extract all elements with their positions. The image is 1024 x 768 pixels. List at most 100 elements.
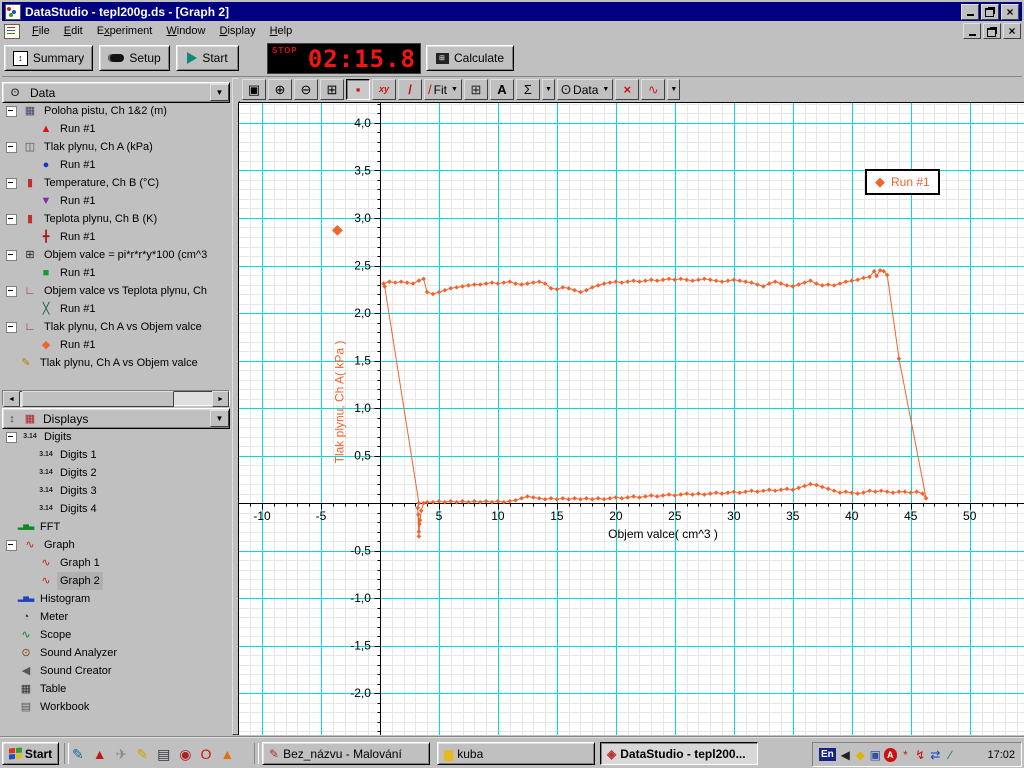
- data-item-run-1[interactable]: ▼ Run #1: [2, 192, 230, 210]
- menu-experiment[interactable]: Experiment: [90, 23, 160, 39]
- language-indicator[interactable]: En: [819, 748, 836, 761]
- close-button[interactable]: ×: [1001, 3, 1019, 20]
- displays-item-graph-2[interactable]: ∿ Graph 2: [2, 572, 230, 590]
- start-menu-button[interactable]: Start: [2, 742, 59, 765]
- chart-canvas[interactable]: -10 -5 5 10 15 20 25 30 35 40 45 50 4,0 3,5 3,0 2,5 2,0 1…: [239, 103, 1024, 735]
- delete-button[interactable]: ×: [615, 79, 640, 100]
- quicklaunch-opera-icon[interactable]: O: [201, 746, 212, 762]
- expand-collapse-box[interactable]: [6, 141, 17, 153]
- displays-item-graph-1[interactable]: ∿ Graph 1: [2, 554, 230, 572]
- graph-window-icon[interactable]: [4, 23, 20, 39]
- start-button[interactable]: Start: [176, 45, 239, 71]
- displays-item-graph[interactable]: ∿ Graph: [2, 536, 230, 554]
- task-datastudio-task-button[interactable]: ◈ DataStudio - tepl200...: [600, 742, 758, 765]
- text-tool-button[interactable]: A: [489, 79, 514, 100]
- displays-item-scope[interactable]: ∿ Scope: [2, 626, 230, 644]
- zoom-out-button[interactable]: ⊖: [294, 79, 318, 100]
- graph-settings-button[interactable]: ∿: [641, 79, 666, 100]
- data-panel-dropdown-button[interactable]: ▼: [210, 84, 229, 101]
- graph-settings-button-dropdown[interactable]: ▼: [667, 79, 681, 100]
- displays-item-sound-creator[interactable]: ◀ Sound Creator: [2, 662, 230, 680]
- expand-collapse-box[interactable]: [6, 213, 17, 225]
- y-axis-label[interactable]: Tlak plynu, Ch A( kPa ): [332, 341, 346, 464]
- data-item-tlak-plynu-ch-a-vs-objem-val[interactable]: ∟ Tlak plynu, Ch A vs Objem valce: [2, 318, 230, 336]
- scroll-left-button[interactable]: [3, 391, 20, 407]
- data-item-tlak-plynu-ch-a-kpa[interactable]: ◫ Tlak plynu, Ch A (kPa): [2, 138, 230, 156]
- displays-item-workbook[interactable]: ▤ Workbook: [2, 698, 230, 716]
- displays-item-meter[interactable]: ◔ Meter: [2, 608, 230, 626]
- tray-scheduler-icon[interactable]: ▣: [869, 748, 882, 762]
- data-panel-header[interactable]: ʘ Data ▼: [2, 82, 230, 103]
- quicklaunch-calculator-icon[interactable]: ▤: [157, 746, 170, 762]
- data-item-poloha-pistu-ch-1-2-m[interactable]: ▦ Poloha pistu, Ch 1&2 (m): [2, 102, 230, 120]
- tray-sync-icon[interactable]: ⇄: [929, 748, 942, 762]
- data-item-run-1[interactable]: ◆ Run #1: [2, 336, 230, 354]
- zoom-select-button[interactable]: ⊞: [320, 79, 344, 100]
- calculator-button[interactable]: ⊞: [463, 79, 488, 100]
- axis-lock-button[interactable]: ▪: [346, 79, 370, 100]
- smart-tool-button[interactable]: xy: [372, 79, 396, 100]
- task-kuba-folder-task-button[interactable]: ▆ kuba: [437, 742, 595, 765]
- legend-box[interactable]: ◆ Run #1: [865, 169, 940, 195]
- expand-collapse-box[interactable]: [6, 539, 17, 551]
- graph-plot-area[interactable]: -10 -5 5 10 15 20 25 30 35 40 45 50 4,0 3,5 3,0 2,5 2,0 1…: [238, 102, 1024, 735]
- restore-button[interactable]: [981, 3, 999, 20]
- data-item-run-1[interactable]: ■ Run #1: [2, 264, 230, 282]
- menu-window[interactable]: Window: [159, 23, 212, 39]
- data-item-teplota-plynu-ch-b-k[interactable]: ▮ Teplota plynu, Ch B (K): [2, 210, 230, 228]
- tray-pen-icon[interactable]: ∕: [944, 748, 957, 762]
- fit-button[interactable]: / Fit ▼: [424, 79, 462, 100]
- slope-tool-button[interactable]: /: [398, 79, 422, 100]
- quicklaunch-bird-icon[interactable]: ✈: [116, 746, 128, 762]
- quicklaunch-winamp-icon[interactable]: ▲: [220, 746, 234, 762]
- menu-help[interactable]: Help: [263, 23, 300, 39]
- tray-yellow-icon[interactable]: ◆: [854, 748, 867, 762]
- displays-item-digits-3[interactable]: 3.14 Digits 3: [2, 482, 230, 500]
- displays-item-sound-analyzer[interactable]: ⊙ Sound Analyzer: [2, 644, 230, 662]
- quicklaunch-pencil-icon[interactable]: ✎: [72, 746, 84, 762]
- displays-item-histogram[interactable]: ▂▅▃ Histogram: [2, 590, 230, 608]
- data-item-objem-valce-pi-r-r-y-100-cm-[interactable]: ⊞ Objem valce = pi*r*r*y*100 (cm^3: [2, 246, 230, 264]
- quicklaunch-acrobat-icon[interactable]: ▲: [93, 746, 107, 762]
- x-axis-label[interactable]: Objem valce( cm^3 ): [538, 527, 788, 541]
- expand-collapse-box[interactable]: [6, 431, 17, 443]
- displays-item-digits-1[interactable]: 3.14 Digits 1: [2, 446, 230, 464]
- data-item-objem-valce-vs-teplota-plynu[interactable]: ∟ Objem valce vs Teplota plynu, Ch: [2, 282, 230, 300]
- displays-panel-dropdown-button[interactable]: ▼: [210, 410, 229, 427]
- mdi-restore-button[interactable]: [983, 23, 1001, 39]
- displays-panel-header[interactable]: ↕ ▦ Displays ▼: [2, 408, 230, 429]
- displays-item-digits-2[interactable]: 3.14 Digits 2: [2, 464, 230, 482]
- tray-agent-icon[interactable]: *: [899, 748, 912, 762]
- data-item-run-1[interactable]: ╳ Run #1: [2, 300, 230, 318]
- scrollbar-thumb[interactable]: [22, 391, 174, 407]
- quicklaunch-pen-icon[interactable]: ✎: [136, 746, 148, 762]
- displays-item-table[interactable]: ▦ Table: [2, 680, 230, 698]
- menu-display[interactable]: Display: [213, 23, 263, 39]
- task-paint-task-button[interactable]: ✎ Bez_názvu - Malování: [262, 742, 430, 765]
- data-item-temperature-ch-b-c[interactable]: ▮ Temperature, Ch B (°C): [2, 174, 230, 192]
- expand-collapse-box[interactable]: [6, 249, 17, 261]
- menu-file[interactable]: File: [25, 23, 57, 39]
- data-item-run-1[interactable]: ● Run #1: [2, 156, 230, 174]
- expand-collapse-box[interactable]: [6, 321, 17, 333]
- menu-edit[interactable]: Edit: [57, 23, 90, 39]
- zoom-in-button[interactable]: ⊕: [268, 79, 292, 100]
- data-item-tlak-plynu-ch-a-vs-objem-val[interactable]: ✎ Tlak plynu, Ch A vs Objem valce: [2, 354, 230, 372]
- calculate-button[interactable]: ⊞ Calculate: [426, 45, 514, 71]
- displays-item-digits[interactable]: 3.14 Digits: [2, 428, 230, 446]
- statistics-button[interactable]: Σ: [515, 79, 540, 100]
- expand-collapse-box[interactable]: [6, 177, 17, 189]
- data-item-run-1[interactable]: ╋ Run #1: [2, 228, 230, 246]
- data-button[interactable]: ʘ Data ▼: [556, 79, 614, 100]
- minimize-button[interactable]: [961, 3, 979, 20]
- expand-collapse-box[interactable]: [6, 105, 17, 117]
- tray-ati-icon[interactable]: A: [883, 747, 897, 762]
- mdi-close-button[interactable]: ×: [1003, 23, 1021, 39]
- setup-button[interactable]: Setup: [99, 45, 170, 71]
- expand-collapse-box[interactable]: [6, 285, 17, 297]
- data-item-run-1[interactable]: ▲ Run #1: [2, 120, 230, 138]
- summary-button[interactable]: ↕ Summary: [4, 45, 93, 71]
- scale-to-fit-button[interactable]: ▣: [242, 79, 266, 100]
- displays-item-fft[interactable]: ▂▅▃ FFT: [2, 518, 230, 536]
- quicklaunch-dragon-icon[interactable]: ◉: [179, 746, 191, 762]
